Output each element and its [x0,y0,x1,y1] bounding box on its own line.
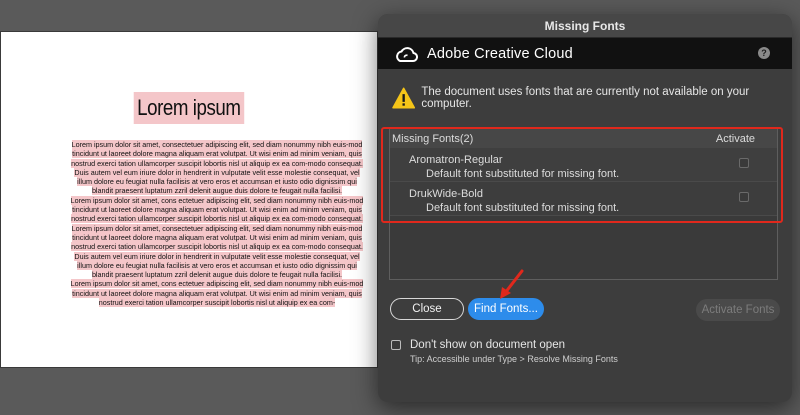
warning-message: The document uses fonts that are current… [392,86,792,110]
font-name: DrukWide-Bold [409,188,483,200]
dialog-title: Missing Fonts [378,14,792,38]
warning-icon [392,87,416,109]
document-body: Lorem ipsum dolor sit amet, consectetuer… [69,140,365,308]
missing-fonts-list: Missing Fonts(2) Activate Aromatron-Regu… [389,128,778,280]
brand-name: Adobe Creative Cloud [427,45,573,62]
document-paragraph: Lorem ipsum dolor sit amet, consectetuer… [71,223,363,280]
activate-checkbox-aromatron[interactable] [739,158,749,168]
document-paragraph: Lorem ipsum dolor sit amet, consectetuer… [71,140,363,196]
missing-fonts-dialog: Missing Fonts Adobe Creative Cloud ? The… [378,14,792,402]
brand-bar: Adobe Creative Cloud ? [378,38,792,69]
find-fonts-button[interactable]: Find Fonts... [468,298,544,320]
font-status: Default font substituted for missing fon… [426,202,620,214]
list-header-fonts: Missing Fonts(2) [392,132,474,145]
list-header-activate: Activate [715,132,755,145]
dont-show-option[interactable]: Don't show on document open [391,339,565,351]
tip-text: Tip: Accessible under Type > Resolve Mis… [410,354,618,364]
document-paragraph: Lorem ipsum dolor sit amet, cons ectetue… [70,279,364,308]
activate-checkbox-drukwide[interactable] [739,192,749,202]
warning-text: The document uses fonts that are current… [421,86,750,110]
help-icon[interactable]: ? [758,47,770,59]
document-title: Lorem ipsum [133,92,245,124]
document-paragraph: Lorem ipsum dolor sit amet, cons ectetue… [70,195,364,224]
close-button[interactable]: Close [390,298,464,320]
font-status: Default font substituted for missing fon… [426,168,620,180]
activate-fonts-button[interactable]: Activate Fonts [696,299,780,321]
font-name: Aromatron-Regular [409,154,503,166]
document-page: Lorem ipsum Lorem ipsum dolor sit amet, … [0,31,378,368]
font-row-drukwide[interactable]: DrukWide-Bold Default font substituted f… [390,182,777,216]
list-header: Missing Fonts(2) Activate [390,129,777,148]
dont-show-label: Don't show on document open [410,339,565,351]
font-row-aromatron[interactable]: Aromatron-Regular Default font substitut… [390,148,777,182]
creative-cloud-icon [396,46,418,62]
arrow-icon [500,269,524,299]
dont-show-checkbox[interactable] [391,340,401,350]
